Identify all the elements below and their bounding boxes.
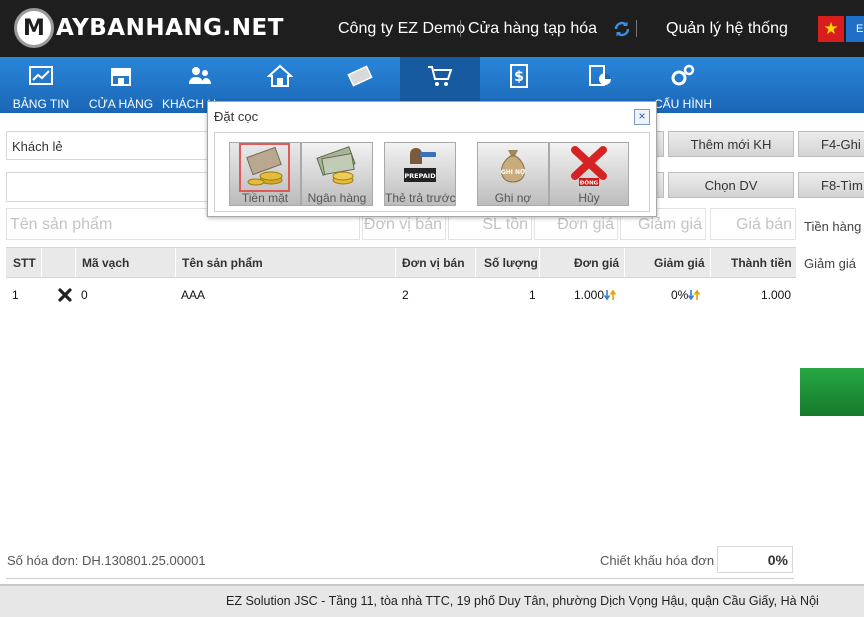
row-qty[interactable]: 1	[529, 288, 536, 302]
finance-icon: $	[510, 64, 528, 88]
col-separator	[395, 248, 396, 277]
footer: EZ Solution JSC - Tầng 11, tòa nhà TTC, …	[0, 584, 864, 617]
logo-mark: M	[14, 8, 54, 48]
row-discount[interactable]: 0%	[671, 288, 701, 302]
f4-button[interactable]: F4-Ghi c	[798, 131, 864, 157]
table-header: STT Mã vạch Tên sản phẩm Đơn vị bán Số l…	[6, 247, 796, 278]
customer-value: Khách lẻ	[12, 139, 63, 154]
prepaid-badge: PREPAID	[404, 172, 436, 180]
col-total: Thành tiền	[731, 256, 792, 270]
col-separator	[41, 248, 42, 277]
debt-option[interactable]: GHI NỢ Ghi nợ	[477, 142, 549, 206]
search-input[interactable]	[6, 172, 208, 202]
svg-text:$: $	[514, 69, 524, 85]
row-total: 1.000	[761, 288, 792, 302]
bank-money-icon	[316, 146, 356, 185]
add-customer-button[interactable]: Thêm mới KH	[668, 131, 794, 157]
store-icon	[111, 68, 131, 86]
bottom-divider	[6, 578, 794, 579]
checkout-button[interactable]	[800, 368, 864, 416]
admin-link[interactable]: Quản lý hệ thống	[666, 20, 788, 38]
cancel-x-icon: ĐÓNG	[571, 146, 607, 187]
dialog-title: Đặt cọc	[214, 109, 259, 124]
debt-label: Ghi nợ	[494, 191, 532, 205]
choose-service-button[interactable]: Chọn DV	[668, 172, 794, 198]
col-price: Đơn giá	[574, 256, 620, 270]
delete-row-icon[interactable]	[58, 288, 72, 302]
row-price-value: 1.000	[574, 288, 605, 302]
invoice-discount-label: Chiết khấu hóa đơn	[600, 553, 715, 568]
col-separator	[539, 248, 540, 277]
col-separator	[75, 248, 76, 277]
invoice-discount-input[interactable]: 0%	[717, 546, 793, 573]
prepaid-card-option[interactable]: PREPAID Thẻ trả trước	[384, 142, 456, 206]
up-down-arrow-icon[interactable]	[604, 289, 617, 301]
company-name[interactable]: Công ty EZ Demo	[338, 20, 465, 38]
config-icon	[671, 64, 695, 86]
col-qty: Số lượng	[484, 256, 538, 270]
cart-icon	[428, 66, 453, 86]
col-discount: Giảm giá	[654, 256, 705, 270]
prepaid-card-icon: PREPAID	[404, 148, 436, 182]
row-discount-value: 0%	[671, 288, 689, 302]
col-separator	[624, 248, 625, 277]
nav-label: BẢNG TIN	[12, 97, 70, 111]
col-unit: Đơn vị bán	[402, 256, 465, 270]
cash-icon	[246, 146, 283, 186]
sale-price-input[interactable]: Giá bán	[710, 208, 796, 240]
subtotal-label: Tiền hàng	[804, 219, 862, 234]
bank-option[interactable]: Ngân hàng	[301, 142, 373, 206]
home-icon	[267, 64, 293, 87]
col-stt: STT	[13, 256, 36, 270]
col-product-name: Tên sản phẩm	[182, 256, 263, 270]
deposit-dialog: Đặt cọc × Tiền mặt Ngân hàng PREPAID Thẻ…	[207, 101, 657, 217]
bank-label: Ngân hàng	[307, 191, 367, 205]
side-discount-label: Giảm giá	[804, 256, 857, 271]
up-down-arrow-icon[interactable]	[688, 289, 701, 301]
row-unit: 2	[402, 288, 409, 302]
customers-icon	[189, 67, 211, 84]
row-product-name: AAA	[181, 288, 206, 302]
money-bag-icon: GHI NỢ	[501, 150, 526, 183]
cancel-option[interactable]: ĐÓNG Hủy	[549, 142, 629, 206]
sync-icon[interactable]	[612, 19, 632, 39]
vietnam-flag-icon[interactable]: ★	[818, 16, 844, 42]
nav-label: CỬA HÀNG	[88, 97, 154, 111]
report-icon	[589, 65, 611, 86]
logo[interactable]: M AYBANHANG.NET	[14, 8, 284, 48]
cancel-label: Hủy	[578, 191, 600, 205]
header-separator	[460, 20, 461, 37]
nav-item-store[interactable]: CỬA HÀNG	[82, 57, 160, 113]
nav-item-dashboard[interactable]: BẢNG TIN	[0, 57, 82, 113]
customer-input[interactable]: Khách lẻ	[6, 131, 208, 160]
app-window: M AYBANHANG.NET Công ty EZ Demo Cửa hàng…	[0, 0, 864, 617]
cash-option[interactable]: Tiền mặt	[229, 142, 301, 206]
row-price[interactable]: 1.000	[574, 288, 617, 302]
header-separator	[636, 20, 637, 37]
invoice-number: Số hóa đơn: DH.130801.25.00001	[7, 553, 206, 568]
row-barcode: 0	[81, 288, 88, 302]
col-barcode: Mã vạch	[82, 256, 130, 270]
top-header: M AYBANHANG.NET Công ty EZ Demo Cửa hàng…	[0, 0, 864, 57]
prepaid-label: Thẻ trả trước	[385, 191, 456, 205]
debt-badge: GHI NỢ	[501, 169, 526, 176]
dashboard-icon	[29, 66, 53, 85]
f8-button[interactable]: F8-Tìm	[798, 172, 864, 198]
col-separator	[475, 248, 476, 277]
footer-text: EZ Solution JSC - Tầng 11, tòa nhà TTC, …	[226, 594, 819, 608]
close-icon[interactable]: ×	[634, 109, 650, 125]
money-icon	[347, 65, 373, 87]
language-button[interactable]: E	[846, 16, 864, 42]
row-stt: 1	[12, 288, 19, 302]
logo-text: AYBANHANG.NET	[56, 15, 284, 41]
cancel-badge: ĐÓNG	[580, 180, 599, 187]
col-separator	[710, 248, 711, 277]
col-separator	[175, 248, 176, 277]
cash-label: Tiền mặt	[241, 191, 289, 205]
store-name[interactable]: Cửa hàng tạp hóa	[468, 20, 597, 38]
